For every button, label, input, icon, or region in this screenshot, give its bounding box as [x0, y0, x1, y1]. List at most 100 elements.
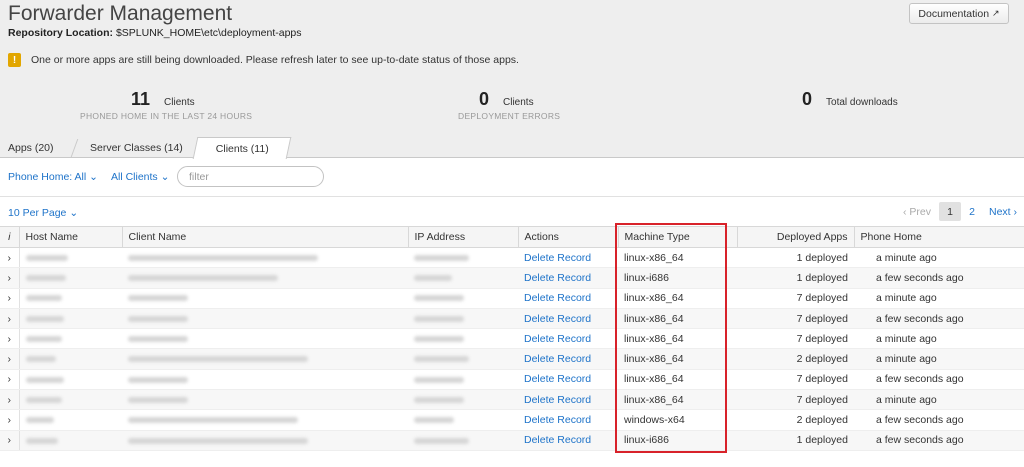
phone-home-cell: a few seconds ago: [854, 369, 1024, 391]
ip-address-cell: [408, 247, 518, 269]
delete-record-link[interactable]: Delete Record: [518, 409, 618, 431]
phone-home-cell: a minute ago: [854, 288, 1024, 309]
redacted-text: [25, 376, 64, 383]
table-row[interactable]: › Delete Record linux-x86_64 7 deployed a fe…: [0, 308, 1024, 330]
redacted-text: [128, 396, 188, 403]
page-title: Forwarder Management: [8, 2, 233, 25]
delete-record-link[interactable]: Delete Record: [518, 288, 618, 309]
stat-total-downloads: 0 Total downloads: [802, 89, 898, 110]
repository-label: Repository Location:: [8, 27, 114, 39]
delete-record-link[interactable]: Delete Record: [518, 247, 618, 269]
redacted-text: [414, 437, 469, 444]
warning-icon: !: [8, 53, 21, 67]
host-name-cell: [19, 288, 122, 309]
table-row[interactable]: › Delete Record linux-x86_64 7 deployed a mi…: [0, 389, 1024, 411]
expand-row-icon[interactable]: ›: [0, 308, 20, 330]
ip-address-cell: [408, 288, 518, 309]
expand-row-icon[interactable]: ›: [0, 267, 20, 289]
column-host-name[interactable]: Host Name: [19, 226, 123, 248]
delete-record-link[interactable]: Delete Record: [518, 369, 618, 391]
documentation-label: Documentation: [918, 7, 990, 20]
redacted-text: [25, 396, 62, 403]
stat-subtitle: PHONED HOME IN THE LAST 24 HOURS: [80, 111, 253, 121]
redacted-text: [414, 376, 464, 383]
prev-page-button[interactable]: ‹ Prev: [903, 206, 939, 218]
table-row[interactable]: › Delete Record windows-x64 2 deployed a few…: [0, 409, 1024, 431]
documentation-button[interactable]: Documentation ↗: [909, 3, 1009, 24]
expand-row-icon[interactable]: ›: [0, 288, 20, 309]
column-deployed-apps[interactable]: Deployed Apps: [737, 226, 855, 248]
tab-divider: [70, 139, 79, 157]
column-machine-type[interactable]: Machine Type: [618, 226, 738, 248]
client-name-cell: [122, 288, 408, 309]
per-page-label: 10 Per Page: [8, 207, 67, 219]
per-page-dropdown[interactable]: 10 Per Page ⌄: [8, 207, 78, 219]
deployed-apps-cell: 7 deployed: [737, 308, 854, 330]
tab-server-classes[interactable]: Server Classes (14): [90, 137, 183, 158]
column-client-name[interactable]: Client Name: [122, 226, 409, 248]
expand-row-icon[interactable]: ›: [0, 389, 20, 411]
table-row[interactable]: › Delete Record linux-x86_64 7 deployed a mi…: [0, 288, 1024, 309]
host-name-cell: [19, 369, 122, 391]
redacted-text: [128, 315, 188, 322]
host-name-cell: [19, 389, 122, 411]
delete-record-link[interactable]: Delete Record: [518, 267, 618, 289]
tab-clients[interactable]: Clients (11): [192, 137, 292, 159]
stat-number: 11: [131, 89, 151, 109]
tab-apps[interactable]: Apps (20): [8, 137, 54, 158]
page-1-button[interactable]: 1: [939, 202, 961, 221]
chevron-down-icon: ⌄: [69, 207, 79, 219]
table-row[interactable]: › Delete Record linux-x86_64 1 deployed a mi…: [0, 247, 1024, 269]
next-page-button[interactable]: Next ›: [989, 206, 1017, 218]
ip-address-cell: [408, 389, 518, 411]
machine-type-cell: linux-x86_64: [618, 288, 737, 309]
expand-row-icon[interactable]: ›: [0, 247, 20, 269]
table-header-row: i Host Name Client Name IP Address Actio…: [0, 226, 1024, 248]
table-row[interactable]: › Delete Record linux-i686 1 deployed a few …: [0, 267, 1024, 289]
stat-label: Clients: [503, 97, 534, 108]
column-phone-home[interactable]: Phone Home: [854, 226, 1024, 248]
expand-row-icon[interactable]: ›: [0, 348, 20, 370]
redacted-text: [25, 254, 68, 261]
stat-phoned-home: 11 Clients PHONED HOME IN THE LAST 24 HO…: [80, 89, 252, 121]
phone-home-cell: a minute ago: [854, 389, 1024, 411]
tab-apps-label: Apps (20): [8, 141, 54, 154]
phone-home-cell: a few seconds ago: [854, 430, 1024, 451]
table-row[interactable]: › Delete Record linux-x86_64 7 deployed a mi…: [0, 328, 1024, 350]
redacted-text: [25, 336, 62, 343]
delete-record-link[interactable]: Delete Record: [518, 328, 618, 350]
ip-address-cell: [408, 328, 518, 350]
delete-record-link[interactable]: Delete Record: [518, 348, 618, 370]
column-ip-address[interactable]: IP Address: [408, 226, 519, 248]
redacted-text: [25, 295, 62, 302]
expand-row-icon[interactable]: ›: [0, 369, 20, 391]
page-header: Forwarder Management Repository Location…: [0, 0, 1024, 137]
clients-dropdown[interactable]: All Clients ⌄: [111, 171, 169, 183]
expand-row-icon[interactable]: ›: [0, 430, 20, 451]
table-row[interactable]: › Delete Record linux-i686 1 deployed a few …: [0, 430, 1024, 451]
table-row[interactable]: › Delete Record linux-x86_64 7 deployed a fe…: [0, 369, 1024, 391]
deployed-apps-cell: 1 deployed: [737, 247, 854, 269]
host-name-cell: [19, 247, 122, 269]
redacted-text: [128, 275, 278, 282]
column-info: i: [0, 226, 20, 248]
table-row[interactable]: › Delete Record linux-x86_64 2 deployed a mi…: [0, 348, 1024, 370]
delete-record-link[interactable]: Delete Record: [518, 389, 618, 411]
redacted-text: [25, 315, 64, 322]
delete-record-link[interactable]: Delete Record: [518, 430, 618, 451]
redacted-text: [128, 356, 308, 363]
machine-type-cell: linux-i686: [618, 430, 737, 451]
phone-home-dropdown[interactable]: Phone Home: All ⌄: [8, 171, 98, 183]
download-warning: ! One or more apps are still being downl…: [8, 52, 519, 68]
machine-type-cell: linux-x86_64: [618, 308, 737, 330]
expand-row-icon[interactable]: ›: [0, 409, 20, 431]
expand-row-icon[interactable]: ›: [0, 328, 20, 350]
chevron-down-icon: ⌄: [160, 171, 170, 183]
delete-record-link[interactable]: Delete Record: [518, 308, 618, 330]
redacted-text: [25, 437, 58, 444]
next-label: Next: [989, 205, 1011, 218]
deployed-apps-cell: 2 deployed: [737, 348, 854, 370]
redacted-text: [414, 315, 464, 322]
filter-input[interactable]: [177, 166, 324, 187]
page-2-button[interactable]: 2: [961, 202, 983, 221]
